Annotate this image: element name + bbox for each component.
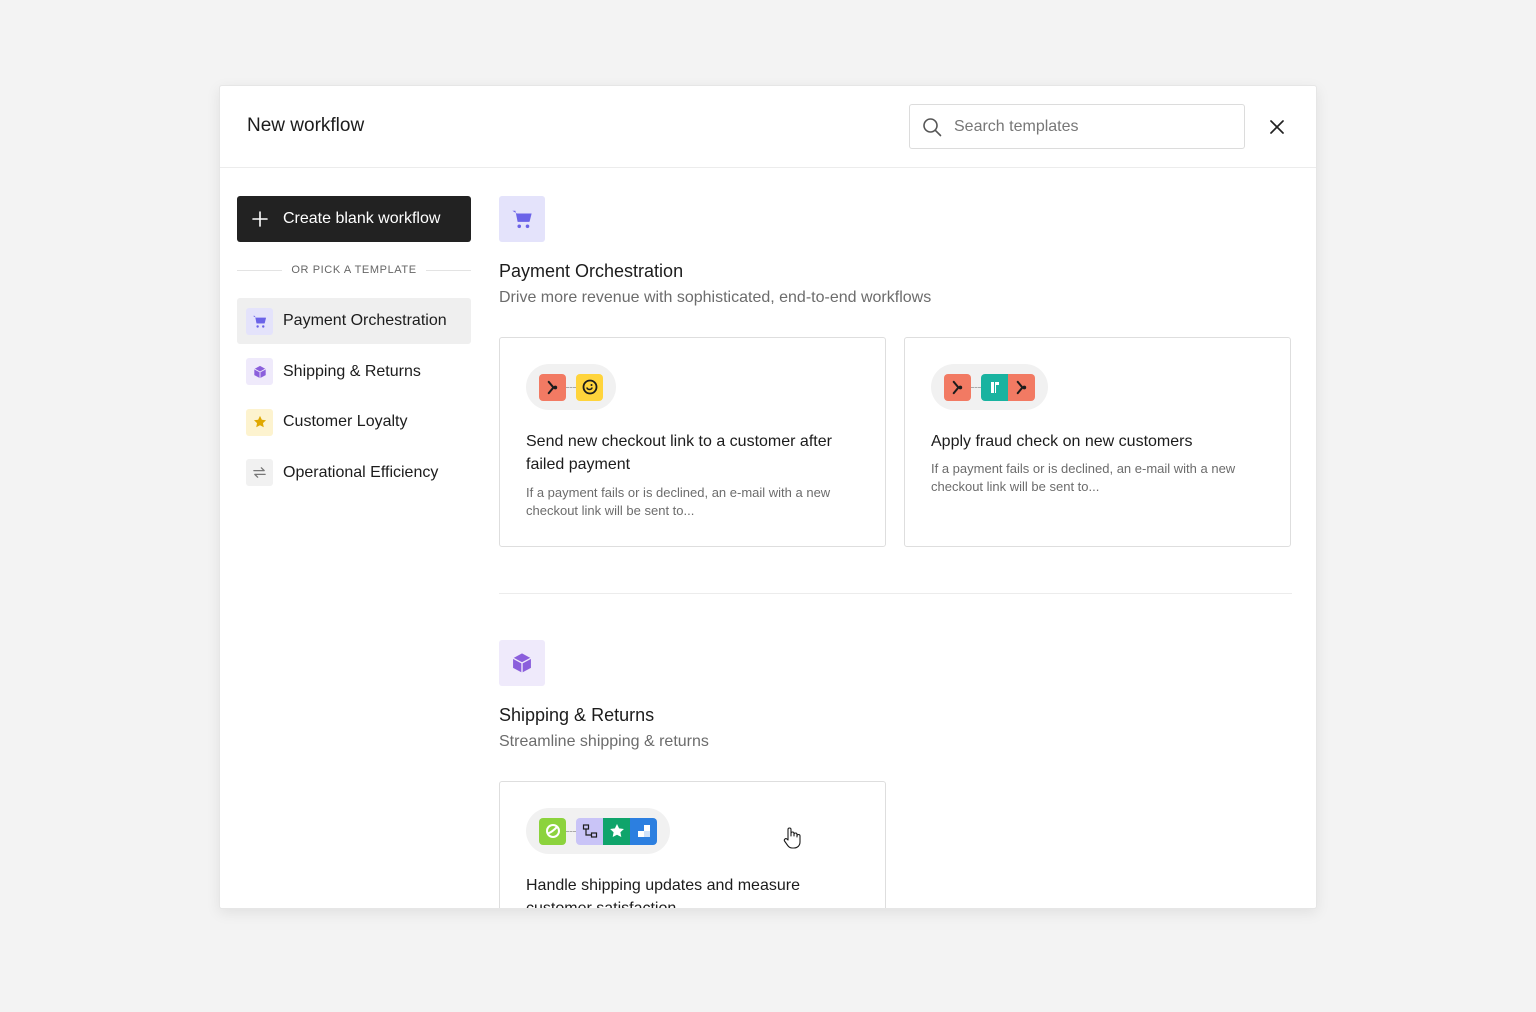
template-sidebar: Create blank workflow OR PICK A TEMPLATE… <box>237 196 472 500</box>
sidebar-item-label: Customer Loyalty <box>283 413 408 430</box>
template-card-description: If a payment fails or is declined, an e-… <box>526 485 831 518</box>
create-blank-workflow-label: Create blank workflow <box>283 210 441 227</box>
fraud-app-icon <box>981 373 1008 401</box>
sidebar-item-customer-loyalty[interactable]: Customer Loyalty <box>237 399 471 445</box>
template-card-title: Handle shipping updates and measure cust… <box>526 877 800 909</box>
close-icon[interactable] <box>1266 116 1288 138</box>
cart-icon <box>499 196 545 242</box>
star-icon <box>246 408 273 436</box>
sidebar-item-label: Operational Efficiency <box>283 463 439 481</box>
divider-line-left <box>237 269 283 271</box>
section-title: Shipping & Returns <box>499 705 655 725</box>
cart-icon <box>246 307 273 335</box>
hand-cursor-icon <box>783 827 801 849</box>
repeat-icon <box>246 459 273 486</box>
template-card[interactable]: Apply fraud check on new customers If a … <box>904 337 1291 547</box>
template-divider: OR PICK A TEMPLATE <box>237 264 472 276</box>
section-divider <box>499 593 1292 594</box>
section-subtitle: Streamline shipping & returns <box>499 733 709 750</box>
divider-label: OR PICK A TEMPLATE <box>291 264 417 276</box>
payment-app-icon <box>1008 373 1035 401</box>
search-box[interactable] <box>909 104 1245 149</box>
template-card-title: Apply fraud check on new customers <box>931 433 1193 450</box>
payment-app-icon <box>944 373 971 401</box>
category-nav: Payment Orchestration Shipping & Returns <box>237 298 471 496</box>
new-workflow-modal: New workflow Create blank workflow OR PI… <box>219 85 1317 909</box>
grid-app-icon <box>630 817 657 845</box>
template-content: Payment Orchestration Drive more revenue… <box>499 196 1292 909</box>
sidebar-item-payment-orchestration[interactable]: Payment Orchestration <box>237 298 471 344</box>
connector-line <box>971 386 981 388</box>
modal-title: New workflow <box>247 115 365 136</box>
app-icon-group <box>931 364 1048 410</box>
box-icon <box>499 640 545 686</box>
template-card-list: Send new checkout link to a customer aft… <box>499 337 1292 547</box>
modal-header: New workflow <box>220 86 1316 168</box>
app-icon-group <box>526 364 616 410</box>
sidebar-item-shipping-returns[interactable]: Shipping & Returns <box>237 349 471 395</box>
mailchimp-icon <box>576 373 603 401</box>
shipping-app-icon <box>539 817 566 845</box>
connector-line <box>566 830 576 832</box>
section-subtitle: Drive more revenue with sophisticated, e… <box>499 289 932 306</box>
app-icon-group <box>526 808 670 854</box>
connector-line <box>566 386 576 388</box>
sidebar-item-label: Payment Orchestration <box>283 312 447 329</box>
section-shipping-returns: Shipping & Returns Streamline shipping &… <box>499 640 1292 909</box>
box-icon <box>246 358 273 385</box>
section-title: Payment Orchestration <box>499 261 684 281</box>
plus-icon <box>252 211 268 227</box>
sidebar-item-operational-efficiency[interactable]: Operational Efficiency <box>237 450 471 496</box>
template-card[interactable]: Send new checkout link to a customer aft… <box>499 337 886 547</box>
template-card-list: Handle shipping updates and measure cust… <box>499 781 1292 909</box>
create-blank-workflow-button[interactable]: Create blank workflow <box>237 196 471 242</box>
trustpilot-icon <box>603 817 630 845</box>
template-card-title: Send new checkout link to a customer aft… <box>526 433 832 473</box>
workflow-app-icon <box>576 817 603 845</box>
section-payment-orchestration: Payment Orchestration Drive more revenue… <box>499 196 1292 547</box>
search-icon <box>923 118 942 137</box>
sidebar-item-label: Shipping & Returns <box>283 362 421 380</box>
divider-line-right <box>425 269 472 271</box>
template-card[interactable]: Handle shipping updates and measure cust… <box>499 781 886 909</box>
template-card-description: If a payment fails or is declined, an e-… <box>931 461 1236 494</box>
search-input[interactable] <box>954 105 1234 148</box>
payment-app-icon <box>539 373 566 401</box>
